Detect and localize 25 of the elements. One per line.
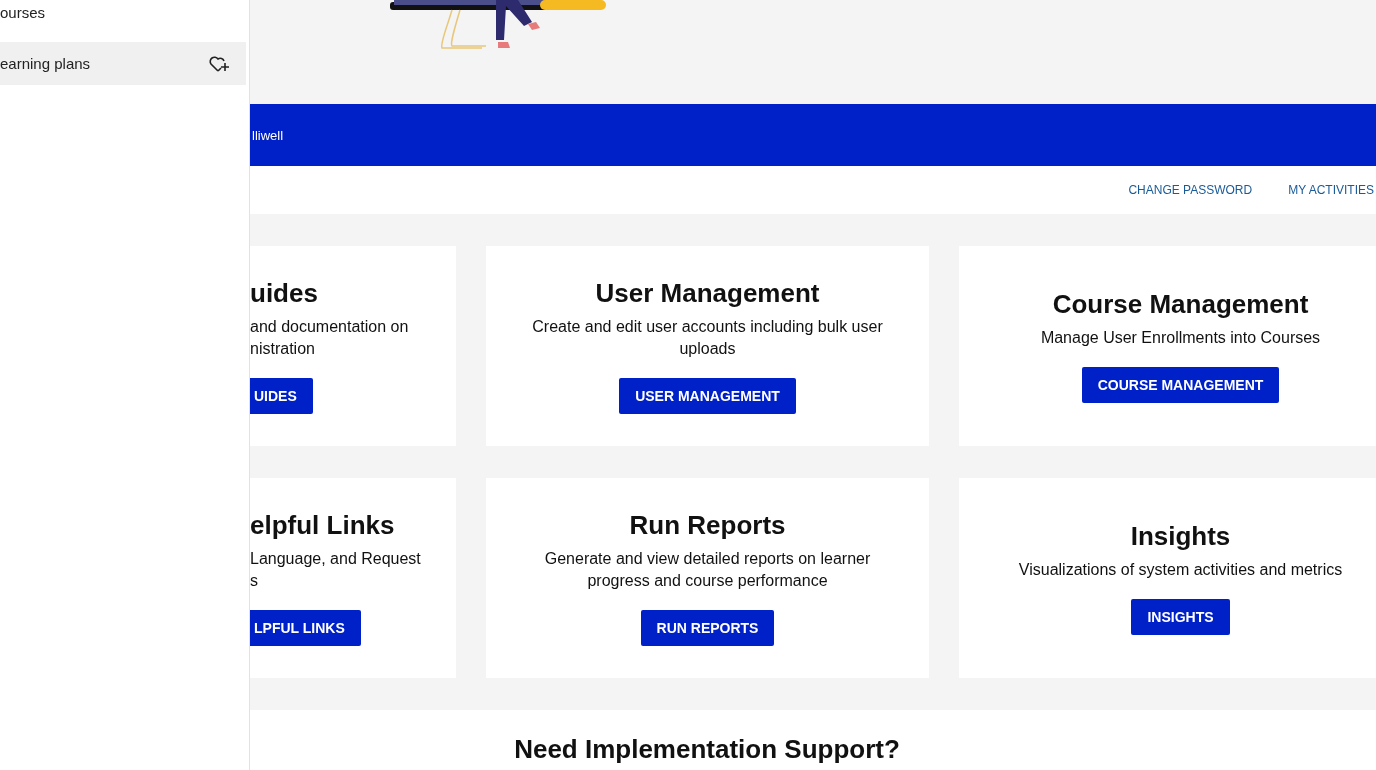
- card-description: and documentation on nistration: [250, 316, 409, 359]
- card-button[interactable]: COURSE MANAGEMENT: [1081, 366, 1280, 403]
- card-description: Language, and Request s: [250, 548, 421, 591]
- support-heading: Need Implementation Support?: [513, 734, 901, 765]
- card-title: User Management: [595, 278, 820, 310]
- card-button[interactable]: USER MANAGEMENT: [619, 377, 796, 414]
- card-button[interactable]: INSIGHTS: [1131, 598, 1230, 635]
- card-description: Manage User Enrollments into Courses: [1040, 327, 1321, 348]
- card-description: Generate and view detailed reports on learner progress and course performance: [544, 548, 871, 591]
- card-title: Course Management: [1052, 289, 1309, 321]
- card-title: Insights: [1130, 521, 1231, 553]
- user-name: lliwell: [251, 127, 284, 143]
- card-button[interactable]: UIDES: [250, 377, 313, 414]
- account-link[interactable]: CHANGE PASSWORD: [1128, 183, 1253, 197]
- card-description: Create and edit user accounts including bulk user uploads: [532, 316, 883, 359]
- card-description: Visualizations of system activities and metrics: [1018, 559, 1343, 580]
- card-title: uides: [250, 278, 318, 310]
- card-button[interactable]: LPFUL LINKS: [250, 609, 361, 646]
- card-title: elpful Links: [250, 510, 395, 542]
- heart-plus-icon[interactable]: [208, 54, 230, 73]
- sidebar-item[interactable]: earning plans: [0, 42, 246, 85]
- account-link[interactable]: MY ACTIVITIES: [1288, 183, 1374, 197]
- card-title: Run Reports: [629, 510, 786, 542]
- sidebar-item[interactable]: ourses: [0, 4, 246, 28]
- card-button[interactable]: RUN REPORTS: [640, 609, 775, 646]
